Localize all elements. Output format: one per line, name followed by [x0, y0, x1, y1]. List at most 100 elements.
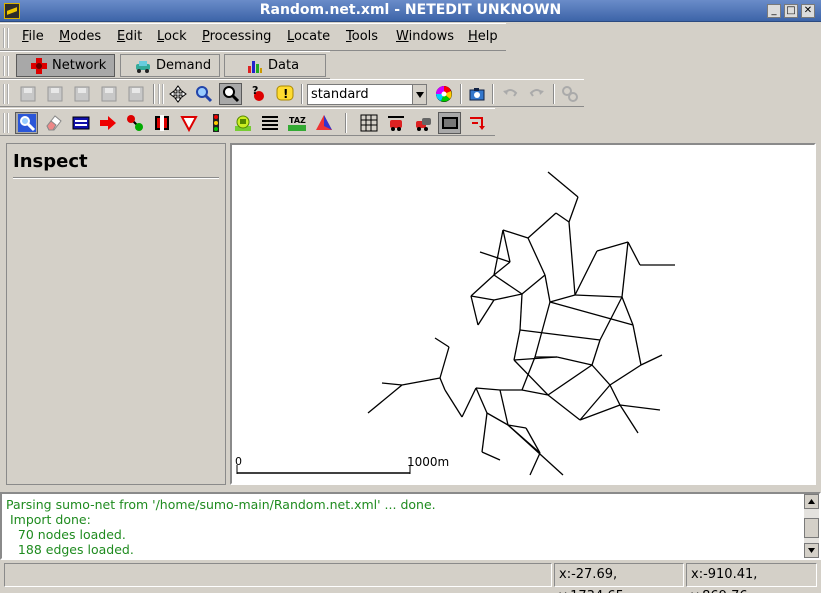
- menu-help[interactable]: Help: [468, 29, 498, 44]
- grid-icon[interactable]: [357, 112, 380, 134]
- select-mode-icon[interactable]: [69, 112, 92, 134]
- inspect-mode-icon[interactable]: [15, 112, 38, 134]
- minimize-button[interactable]: _: [767, 4, 781, 18]
- road-edge[interactable]: [525, 427, 541, 454]
- scroll-thumb[interactable]: [804, 518, 819, 538]
- menu-lock[interactable]: Lock: [157, 29, 187, 44]
- delete-mode-icon[interactable]: [42, 112, 65, 134]
- road-edge[interactable]: [527, 237, 546, 276]
- redo-icon[interactable]: [525, 83, 548, 105]
- road-edge[interactable]: [568, 196, 579, 223]
- menu-locate[interactable]: Locate: [287, 29, 330, 44]
- message-console[interactable]: Parsing sumo-net from '/home/sumo-main/R…: [0, 492, 821, 560]
- toolbar-grip[interactable]: [3, 28, 9, 48]
- road-edge[interactable]: [502, 229, 529, 239]
- title-bar[interactable]: Random.net.xml - NETEDIT UNKNOWN _ □ ✕: [0, 0, 821, 22]
- road-edge[interactable]: [470, 274, 495, 297]
- road-edge[interactable]: [521, 274, 546, 295]
- connection-mode-icon[interactable]: [150, 112, 173, 134]
- road-edge[interactable]: [493, 293, 523, 301]
- road-edge[interactable]: [632, 324, 642, 366]
- road-edge[interactable]: [591, 339, 601, 366]
- demand-mode-button[interactable]: Demand: [120, 54, 220, 77]
- road-edge[interactable]: [461, 387, 477, 418]
- road-edge[interactable]: [621, 296, 634, 326]
- scroll-down-icon[interactable]: [804, 543, 819, 558]
- undo-icon[interactable]: [498, 83, 521, 105]
- road-edge[interactable]: [568, 221, 576, 296]
- road-edge[interactable]: [502, 229, 511, 263]
- road-edge[interactable]: [521, 356, 536, 391]
- compute-network-icon[interactable]: [558, 83, 581, 105]
- road-edge[interactable]: [591, 364, 611, 386]
- road-edge[interactable]: [493, 274, 523, 295]
- road-edge[interactable]: [619, 404, 639, 434]
- road-edge[interactable]: [547, 394, 581, 421]
- road-edge[interactable]: [627, 241, 641, 266]
- additional-mode-icon[interactable]: [231, 112, 254, 134]
- show-bubbles-icon[interactable]: [438, 112, 461, 134]
- road-edge[interactable]: [519, 293, 523, 331]
- menu-file[interactable]: File: [22, 29, 44, 44]
- toolbar-grip[interactable]: [158, 84, 164, 104]
- road-edge[interactable]: [609, 384, 621, 406]
- network-viewport[interactable]: 0 1000m: [230, 143, 816, 485]
- change-all-phases-icon[interactable]: [384, 112, 407, 134]
- menu-tools[interactable]: Tools: [346, 29, 378, 44]
- road-edge[interactable]: [549, 301, 634, 326]
- visualization-scheme-select[interactable]: standard: [307, 84, 427, 105]
- taz-mode-icon[interactable]: TAZ: [285, 112, 308, 134]
- road-edge[interactable]: [481, 412, 488, 453]
- road-edge[interactable]: [439, 377, 446, 391]
- road-edge[interactable]: [470, 295, 495, 301]
- scroll-up-icon[interactable]: [804, 494, 819, 509]
- road-edge[interactable]: [621, 241, 629, 298]
- road-edge[interactable]: [547, 171, 579, 198]
- road-edge[interactable]: [556, 356, 593, 366]
- traffic-light-mode-icon[interactable]: [204, 112, 227, 134]
- road-edge[interactable]: [444, 389, 463, 418]
- network-mode-button[interactable]: Network: [16, 54, 115, 77]
- road-edge[interactable]: [479, 251, 511, 263]
- road-edge[interactable]: [519, 329, 601, 341]
- locate-junction-icon[interactable]: [219, 83, 242, 105]
- close-button[interactable]: ✕: [801, 4, 815, 18]
- road-edge[interactable]: [547, 364, 593, 396]
- polygon-mode-icon[interactable]: [312, 112, 335, 134]
- road-edge[interactable]: [499, 389, 509, 426]
- road-edge[interactable]: [507, 424, 564, 476]
- menu-processing[interactable]: Processing: [202, 29, 271, 44]
- menu-windows[interactable]: Windows: [396, 29, 454, 44]
- wire-mode-icon[interactable]: [258, 112, 281, 134]
- road-edge[interactable]: [470, 295, 479, 326]
- recenter-view-icon[interactable]: [166, 83, 189, 105]
- edit-colors-icon[interactable]: [432, 83, 455, 105]
- screenshot-camera-icon[interactable]: [465, 83, 488, 105]
- road-edge[interactable]: [549, 294, 576, 303]
- save-additionals-icon[interactable]: [43, 83, 66, 105]
- toolbar-grip[interactable]: [3, 56, 9, 76]
- road-edge[interactable]: [529, 452, 541, 476]
- road-edge[interactable]: [475, 387, 501, 391]
- console-scrollbar[interactable]: [804, 494, 819, 558]
- ask-for-merge-icon[interactable]: [411, 112, 434, 134]
- save-config-icon[interactable]: [124, 83, 147, 105]
- create-edge-mode-icon[interactable]: [123, 112, 146, 134]
- move-mode-icon[interactable]: [96, 112, 119, 134]
- road-edge[interactable]: [544, 274, 551, 303]
- menu-edit[interactable]: Edit: [117, 29, 142, 44]
- zoom-icon[interactable]: [192, 83, 215, 105]
- data-mode-button[interactable]: Data: [224, 54, 326, 77]
- prohibition-mode-icon[interactable]: [177, 112, 200, 134]
- road-edge[interactable]: [596, 241, 629, 252]
- chevron-down-icon[interactable]: [412, 85, 426, 104]
- road-edge[interactable]: [609, 364, 642, 386]
- road-edge[interactable]: [527, 212, 557, 239]
- road-edge[interactable]: [481, 451, 501, 461]
- road-edge[interactable]: [513, 329, 521, 361]
- road-edge[interactable]: [486, 412, 509, 426]
- move-elevation-icon[interactable]: [465, 112, 488, 134]
- road-edge[interactable]: [439, 346, 450, 379]
- maximize-button[interactable]: □: [784, 4, 798, 18]
- road-edge[interactable]: [640, 354, 663, 366]
